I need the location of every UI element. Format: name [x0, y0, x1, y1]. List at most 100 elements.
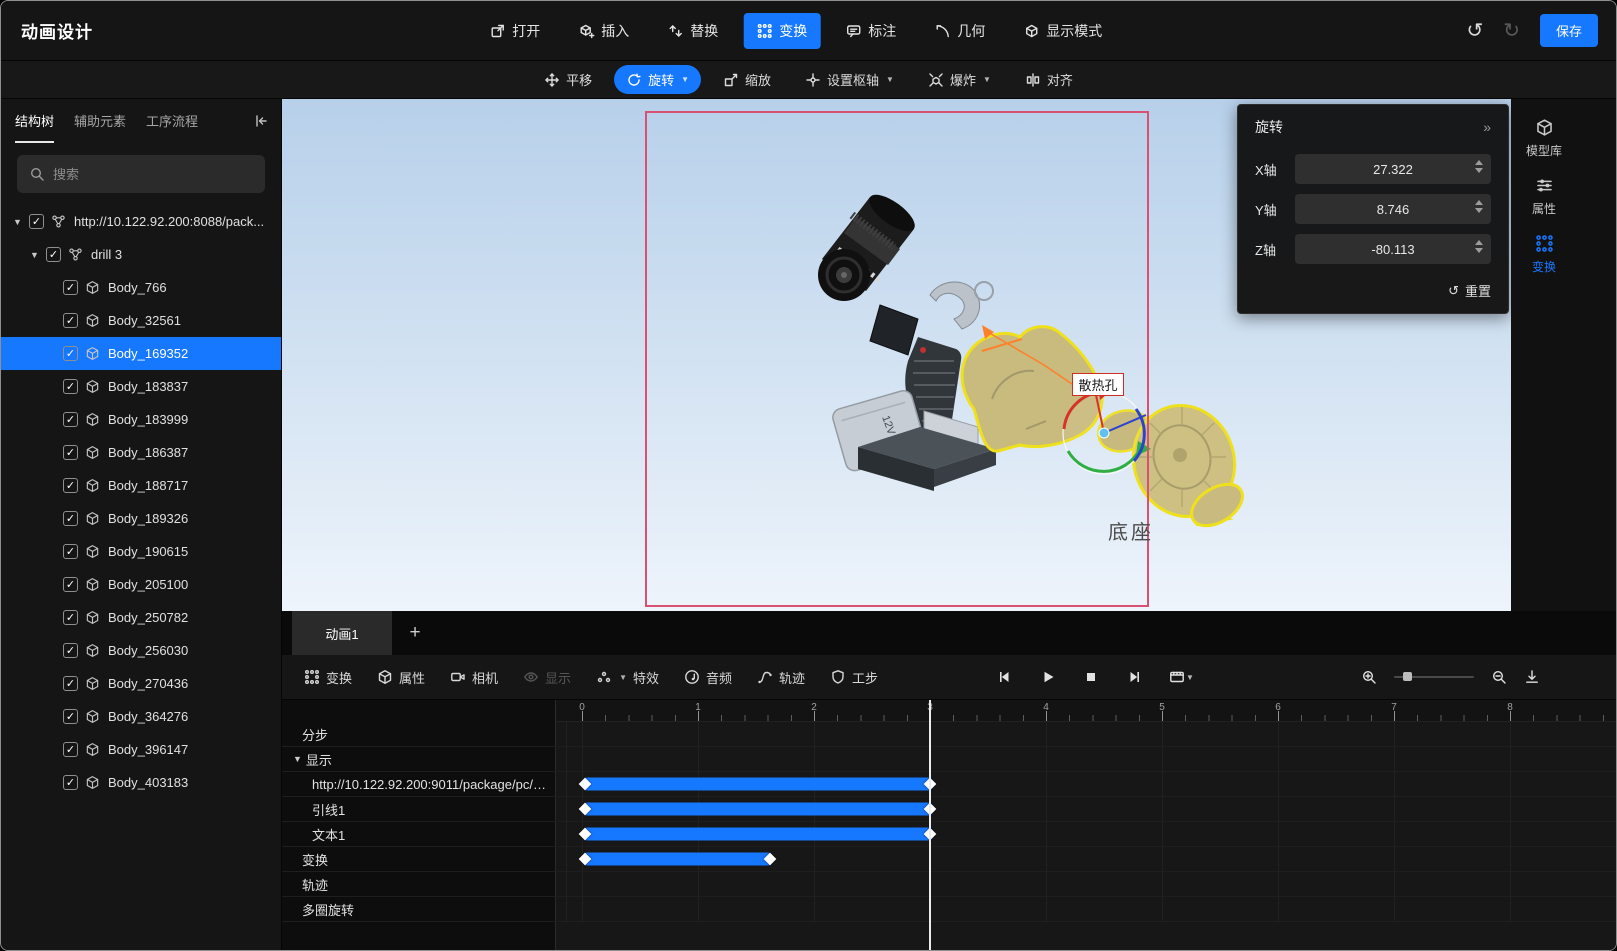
checkbox[interactable]: ✓ [63, 709, 78, 724]
tree-item[interactable]: ✓ Body_189326 [1, 502, 281, 535]
play-icon[interactable] [1040, 669, 1056, 685]
open-button[interactable]: 打开 [476, 13, 553, 49]
tree-item[interactable]: ▼ ✓ drill 3 [1, 238, 281, 271]
collapse-sidebar-icon[interactable] [253, 99, 269, 143]
timeline-workstep-button[interactable]: 工步 [830, 668, 878, 687]
y-axis-input[interactable]: 8.746 [1295, 194, 1491, 224]
timeline-row-track[interactable] [556, 797, 1616, 821]
stop-icon[interactable] [1083, 669, 1099, 685]
save-button[interactable]: 保存 [1539, 14, 1598, 47]
timeline-properties-button[interactable]: 属性 [377, 668, 425, 687]
explode-button[interactable]: 爆炸 ▼ [916, 65, 1003, 94]
tab-process-flow[interactable]: 工序流程 [146, 99, 198, 143]
tree-item[interactable]: ✓ Body_396147 [1, 733, 281, 766]
timeline-trajectory-button[interactable]: 轨迹 [757, 668, 805, 687]
timeline-transform-button[interactable]: 变换 [304, 668, 352, 687]
annotation-label[interactable]: 散热孔 [1072, 373, 1124, 396]
transform-button[interactable]: 变换 [743, 12, 821, 49]
timeline-row-label[interactable]: 分步 [282, 722, 556, 746]
timeline-camera-button[interactable]: 相机 [450, 668, 498, 687]
z-axis-input[interactable]: -80.113 [1295, 234, 1491, 264]
caret-down-icon[interactable]: ▼ [13, 217, 29, 227]
keyframe-bar[interactable] [585, 802, 930, 816]
tree-item[interactable]: ✓ Body_183837 [1, 370, 281, 403]
rail-item-model-library[interactable]: 模型库 [1511, 109, 1577, 167]
caret-down-icon[interactable]: ▼ [293, 754, 302, 764]
timeline-row-track[interactable] [556, 747, 1616, 771]
tree-item[interactable]: ✓ Body_169352 [1, 337, 281, 370]
checkbox[interactable]: ✓ [63, 445, 78, 460]
checkbox[interactable]: ✓ [63, 577, 78, 592]
animation-tab[interactable]: 动画1 [292, 611, 392, 655]
timeline-row-track[interactable] [556, 872, 1616, 896]
tree-item[interactable]: ✓ Body_205100 [1, 568, 281, 601]
checkbox[interactable]: ✓ [63, 478, 78, 493]
timeline-row-track[interactable] [556, 847, 1616, 871]
stepper-arrows[interactable] [1475, 240, 1483, 253]
search-box[interactable] [17, 155, 265, 193]
playback-mode-button[interactable]: ▼ [1169, 669, 1194, 685]
timeline-row-label[interactable]: 引线1 [282, 797, 556, 821]
x-axis-input[interactable]: 27.322 [1295, 154, 1491, 184]
stepper-arrows[interactable] [1475, 200, 1483, 213]
checkbox[interactable]: ✓ [63, 313, 78, 328]
checkbox[interactable]: ✓ [63, 775, 78, 790]
download-icon[interactable] [1524, 669, 1540, 685]
checkbox[interactable]: ✓ [63, 742, 78, 757]
set-pivot-button[interactable]: 设置枢轴 ▼ [793, 65, 906, 94]
reset-button[interactable]: ↺ 重置 [1238, 269, 1508, 313]
redo-icon[interactable]: ↻ [1503, 21, 1520, 41]
tree-item[interactable]: ✓ Body_403183 [1, 766, 281, 799]
playhead[interactable] [929, 700, 931, 950]
keyframe-bar[interactable] [585, 777, 930, 791]
checkbox[interactable]: ✓ [63, 412, 78, 427]
timeline-row-track[interactable] [556, 722, 1616, 746]
slider-knob[interactable] [1403, 672, 1412, 681]
timeline-row-label[interactable]: 文本1 [282, 822, 556, 846]
tab-structure-tree[interactable]: 结构树 [15, 99, 55, 143]
keyframe-bar[interactable] [585, 827, 930, 841]
zoom-in-icon[interactable] [1361, 669, 1377, 685]
keyframe-bar[interactable] [585, 852, 770, 866]
checkbox[interactable]: ✓ [46, 247, 61, 262]
timeline-row-label[interactable]: 变换 [282, 847, 556, 871]
tree-item[interactable]: ✓ Body_190615 [1, 535, 281, 568]
tree-item[interactable]: ✓ Body_250782 [1, 601, 281, 634]
add-animation-tab-button[interactable]: + [392, 611, 438, 655]
tree-item[interactable]: ✓ Body_364276 [1, 700, 281, 733]
checkbox[interactable]: ✓ [63, 676, 78, 691]
timeline-ruler[interactable]: 012345678 [556, 700, 1616, 722]
tree-item[interactable]: ✓ Body_32561 [1, 304, 281, 337]
rotate-button[interactable]: 旋转 ▼ [614, 65, 702, 94]
checkbox[interactable]: ✓ [63, 280, 78, 295]
geometry-button[interactable]: 几何 [921, 13, 998, 49]
tree-item[interactable]: ▼ ✓ http://10.122.92.200:8088/pack... [1, 205, 281, 238]
caret-down-icon[interactable]: ▼ [30, 250, 46, 260]
checkbox[interactable]: ✓ [63, 511, 78, 526]
timeline-row-track[interactable] [556, 772, 1616, 796]
tree-item[interactable]: ✓ Body_188717 [1, 469, 281, 502]
timeline-zoom-slider[interactable] [1394, 672, 1474, 681]
scale-button[interactable]: 缩放 [711, 65, 783, 94]
next-frame-icon[interactable] [1126, 669, 1142, 685]
checkbox[interactable]: ✓ [63, 379, 78, 394]
checkbox[interactable]: ✓ [29, 214, 44, 229]
timeline-row-label[interactable]: http://10.122.92.200:9011/package/pc/3dc… [282, 772, 556, 796]
insert-button[interactable]: 插入 [565, 13, 642, 49]
tree-item[interactable]: ✓ Body_183999 [1, 403, 281, 436]
checkbox[interactable]: ✓ [63, 544, 78, 559]
tree-item[interactable]: ✓ Body_766 [1, 271, 281, 304]
timeline-row-track[interactable] [556, 897, 1616, 921]
stepper-arrows[interactable] [1475, 160, 1483, 173]
timeline-row-label[interactable]: ▼ 显示 [282, 747, 556, 771]
pan-button[interactable]: 平移 [532, 65, 604, 94]
undo-icon[interactable]: ↺ [1466, 21, 1483, 41]
display-mode-button[interactable]: 显示模式 [1010, 13, 1115, 49]
align-button[interactable]: 对齐 [1013, 65, 1085, 94]
tab-auxiliary-elements[interactable]: 辅助元素 [74, 99, 126, 143]
viewport-3d[interactable]: 12V 散热孔 底座 旋转 » X轴 27.322 Y轴 8.746 Z轴 -8… [282, 99, 1511, 611]
collapse-panel-icon[interactable]: » [1483, 119, 1491, 135]
tree-item[interactable]: ✓ Body_270436 [1, 667, 281, 700]
previous-frame-icon[interactable] [997, 669, 1013, 685]
timeline-effects-button[interactable]: ▼ 特效 [596, 668, 659, 687]
